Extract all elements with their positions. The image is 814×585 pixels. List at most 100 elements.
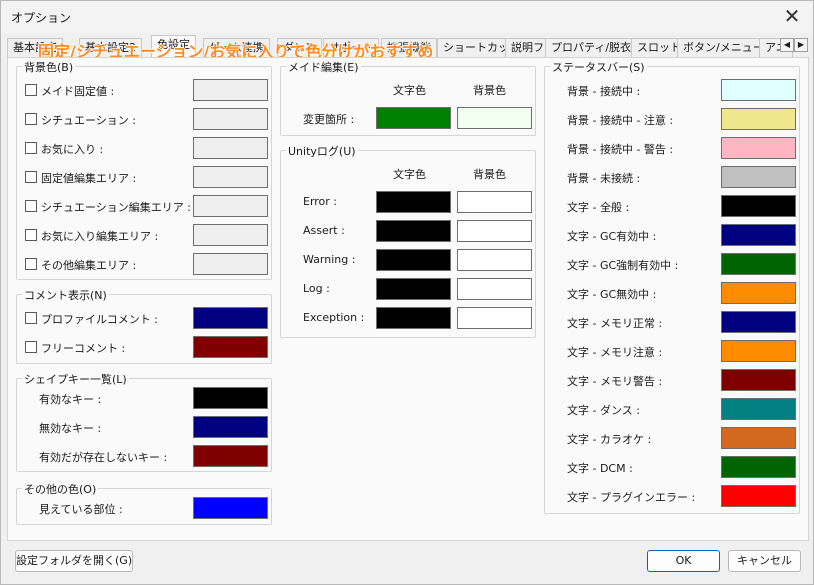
tab-property[interactable]: プロパティ/脱衣 <box>545 38 638 57</box>
checkbox[interactable] <box>25 258 37 270</box>
bg-color-swatch[interactable] <box>457 278 532 300</box>
color-swatch[interactable] <box>721 340 796 362</box>
bg-color-swatch[interactable] <box>457 249 532 271</box>
group-other-colors: その他の色(O) 見えている部位 : <box>16 481 272 525</box>
status-row-text-dance: 文字 - ダンス : <box>545 398 799 420</box>
bg-color-swatch[interactable] <box>457 307 532 329</box>
status-row-text-memory-normal: 文字 - メモリ正常 : <box>545 311 799 333</box>
color-swatch[interactable] <box>721 253 796 275</box>
row-label: その他編集エリア : <box>41 259 137 272</box>
text-color-swatch[interactable] <box>376 220 451 242</box>
text-color-swatch[interactable] <box>376 249 451 271</box>
checkbox[interactable] <box>25 229 37 241</box>
unity-row-warning: Warning : <box>281 249 535 271</box>
group-status-bar: ステータスバー(S) 背景 - 接続中 : 背景 - 接続中 - 注意 : 背景… <box>544 59 800 514</box>
text-color-swatch[interactable] <box>376 107 451 129</box>
status-row-text-karaoke: 文字 - カラオケ : <box>545 427 799 449</box>
text-color-swatch[interactable] <box>376 278 451 300</box>
row-label: 固定値編集エリア : <box>41 172 137 185</box>
row-label: 変更箇所 : <box>303 113 355 126</box>
checkbox[interactable] <box>25 171 37 183</box>
row-label: プロファイルコメント : <box>41 313 158 326</box>
color-swatch[interactable] <box>721 456 796 478</box>
group-legend: ステータスバー(S) <box>550 59 647 75</box>
ok-button[interactable]: OK <box>647 550 720 572</box>
color-swatch[interactable] <box>193 497 268 519</box>
color-swatch[interactable] <box>193 166 268 188</box>
comment-row-profile: プロファイルコメント : <box>17 307 271 329</box>
color-swatch[interactable] <box>721 79 796 101</box>
row-label: 文字 - メモリ警告 : <box>567 375 663 388</box>
text-color-swatch[interactable] <box>376 307 451 329</box>
color-swatch[interactable] <box>721 398 796 420</box>
color-swatch[interactable] <box>721 224 796 246</box>
text-color-swatch[interactable] <box>376 191 451 213</box>
cancel-button[interactable]: キャンセル <box>728 550 801 572</box>
checkbox[interactable] <box>25 113 37 125</box>
group-legend: メイド編集(E) <box>286 59 361 75</box>
row-label: 背景 - 接続中 : <box>567 85 641 98</box>
bg-row-favorite: お気に入り : <box>17 137 271 159</box>
open-settings-folder-button[interactable]: 設定フォルダを開く(G) <box>15 550 133 572</box>
bg-color-swatch[interactable] <box>457 220 532 242</box>
tab-button-menu[interactable]: ボタン/メニュー <box>677 38 770 57</box>
color-swatch[interactable] <box>721 485 796 507</box>
row-label: 文字 - カラオケ : <box>567 433 652 446</box>
row-label: 文字 - GC強制有効中 : <box>567 259 679 272</box>
color-swatch[interactable] <box>193 307 268 329</box>
window-title: オプション <box>11 11 72 25</box>
color-swatch[interactable] <box>193 79 268 101</box>
shapekey-row-missing: 有効だが存在しないキー : <box>17 445 271 467</box>
checkbox[interactable] <box>25 142 37 154</box>
color-swatch[interactable] <box>721 282 796 304</box>
tab-scroll-left-icon[interactable]: ◀ <box>780 38 794 52</box>
color-swatch[interactable] <box>721 427 796 449</box>
row-label: 文字 - DCM : <box>567 462 633 475</box>
row-label: お気に入り : <box>41 143 104 156</box>
color-swatch[interactable] <box>721 108 796 130</box>
color-swatch[interactable] <box>721 166 796 188</box>
group-legend: コメント表示(N) <box>22 287 109 303</box>
row-label: 文字 - プラグインエラー : <box>567 491 696 504</box>
color-swatch[interactable] <box>193 137 268 159</box>
bg-color-swatch[interactable] <box>457 191 532 213</box>
row-label: 見えている部位 : <box>39 503 123 516</box>
group-shapekey-list: シェイプキー一覧(L) 有効なキー : 無効なキー : 有効だが存在しないキー … <box>16 371 272 472</box>
status-row-text-gc-forced: 文字 - GC強制有効中 : <box>545 253 799 275</box>
color-swatch[interactable] <box>721 137 796 159</box>
color-swatch[interactable] <box>721 369 796 391</box>
bg-color-swatch[interactable] <box>457 107 532 129</box>
group-legend: Unityログ(U) <box>286 143 358 159</box>
close-icon[interactable]: ✕ <box>779 4 805 30</box>
status-row-bg-disconnected: 背景 - 未接続 : <box>545 166 799 188</box>
tab-scroll-right-icon[interactable]: ▶ <box>794 38 808 52</box>
options-dialog: オプション ✕ 基本設定 基本設定2 色設定 ゲーム連携 ダンス サポート 拡張… <box>0 0 814 585</box>
text-color-header: 文字色 <box>393 84 426 97</box>
group-maid-edit: メイド編集(E) 文字色 背景色 変更箇所 : <box>280 59 536 136</box>
group-unity-log: Unityログ(U) 文字色 背景色 Error : Assert : Warn… <box>280 143 536 338</box>
color-swatch[interactable] <box>193 253 268 275</box>
checkbox[interactable] <box>25 341 37 353</box>
status-row-text-general: 文字 - 全般 : <box>545 195 799 217</box>
row-label: シチュエーション編集エリア : <box>41 201 191 214</box>
row-label: 文字 - メモリ注意 : <box>567 346 663 359</box>
bg-row-situation: シチュエーション : <box>17 108 271 130</box>
bg-row-maid-fixed: メイド固定値 : <box>17 79 271 101</box>
status-row-text-plugin-error: 文字 - プラグインエラー : <box>545 485 799 507</box>
group-legend: 背景色(B) <box>22 59 76 75</box>
color-swatch[interactable] <box>193 387 268 409</box>
checkbox[interactable] <box>25 312 37 324</box>
color-swatch[interactable] <box>193 224 268 246</box>
color-swatch[interactable] <box>721 195 796 217</box>
color-swatch[interactable] <box>193 108 268 130</box>
comment-row-free: フリーコメント : <box>17 336 271 358</box>
color-swatch[interactable] <box>193 416 268 438</box>
checkbox[interactable] <box>25 200 37 212</box>
status-row-bg-connected-warning: 背景 - 接続中 - 警告 : <box>545 137 799 159</box>
color-swatch[interactable] <box>193 336 268 358</box>
color-swatch[interactable] <box>193 445 268 467</box>
color-swatch[interactable] <box>721 311 796 333</box>
checkbox[interactable] <box>25 84 37 96</box>
color-swatch[interactable] <box>193 195 268 217</box>
row-label: Error : <box>303 195 338 208</box>
